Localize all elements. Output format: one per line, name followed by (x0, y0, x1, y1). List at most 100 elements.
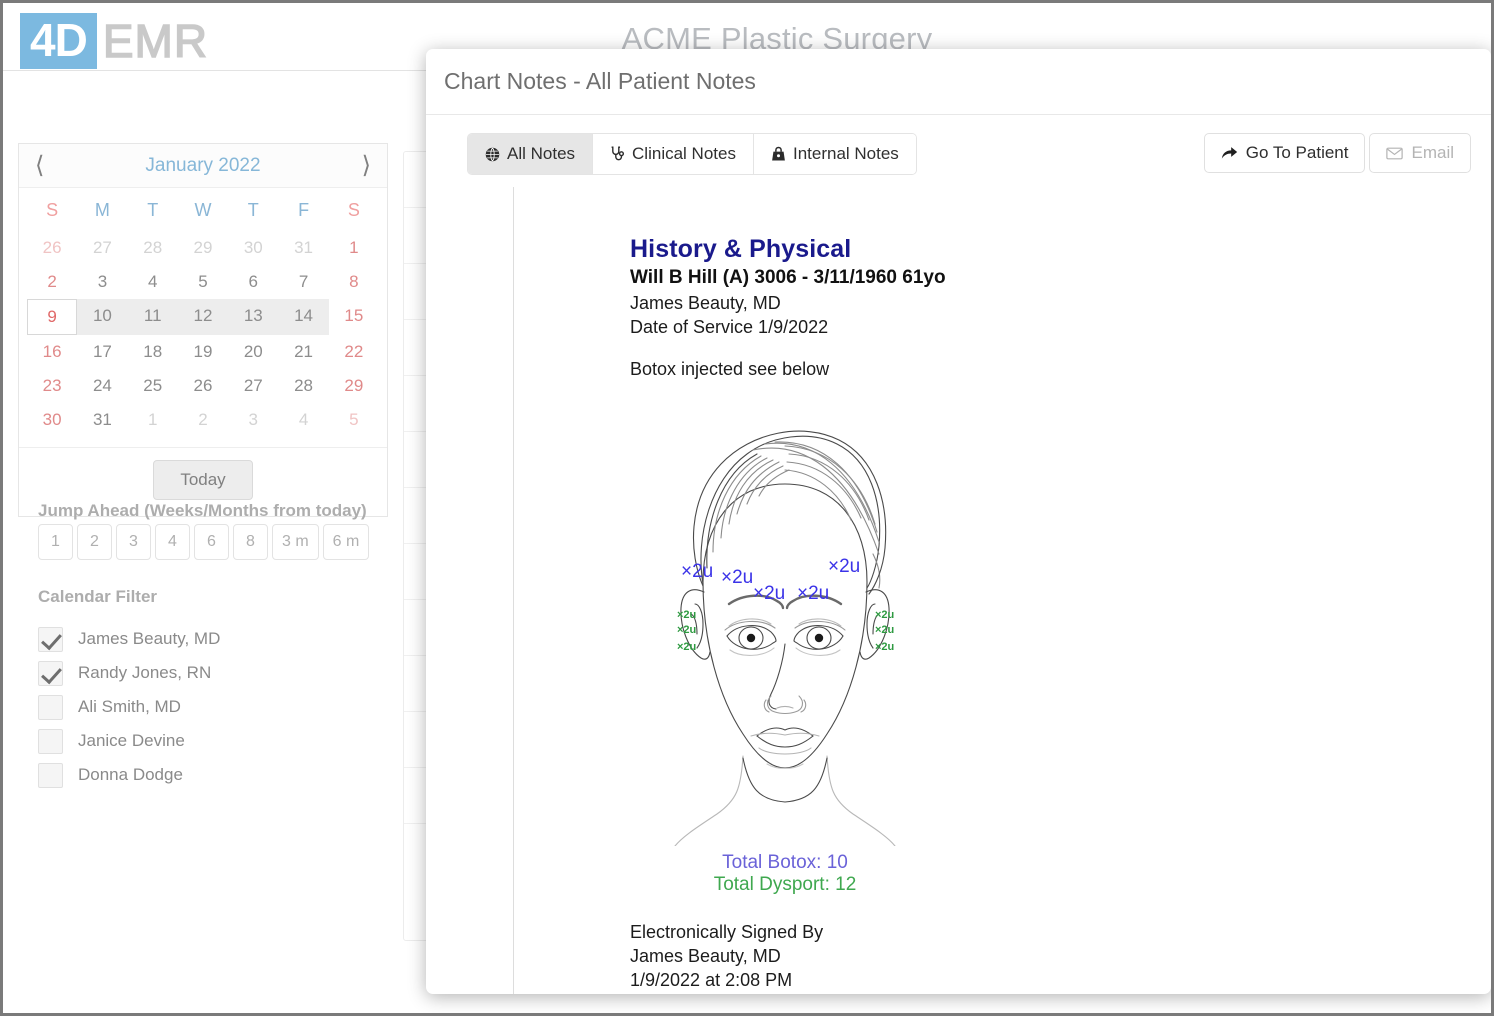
tab-label: All Notes (507, 144, 576, 163)
calendar-day[interactable]: 22 (329, 335, 379, 369)
calendar-day[interactable]: 27 (228, 369, 278, 403)
calendar-day[interactable]: 2 (178, 403, 228, 437)
calendar-day[interactable]: 5 (329, 403, 379, 437)
tab-clinical-notes[interactable]: Clinical Notes (593, 134, 754, 174)
note-heading: History & Physical (630, 235, 852, 263)
calendar-day-header: M (94, 200, 110, 220)
calendar-day[interactable]: 30 (228, 231, 278, 265)
calendar-day[interactable]: 16 (27, 335, 77, 369)
checkbox-icon[interactable] (38, 694, 63, 720)
calendar-day[interactable]: 24 (77, 369, 127, 403)
calendar-filter-row[interactable]: Randy Jones, RN (38, 656, 220, 690)
calendar-day[interactable]: 4 (278, 403, 328, 437)
checkbox-checked-icon[interactable] (38, 660, 63, 686)
calendar-day[interactable]: 20 (228, 335, 278, 369)
tab-internal-notes[interactable]: Internal Notes (753, 134, 916, 174)
jump-ahead-button[interactable]: 6 m (322, 524, 370, 560)
calendar-day[interactable]: 13 (228, 299, 279, 335)
calendar-filter-name: Randy Jones, RN (78, 663, 212, 682)
application-window: 4D EMR ACME Plastic Surgery ⟨ January 20… (0, 0, 1494, 1016)
injection-totals: Total Botox: 10 Total Dysport: 12 (625, 852, 945, 896)
calendar-filter-label: Calendar Filter (38, 587, 158, 606)
calendar-day[interactable]: 21 (278, 335, 328, 369)
note-scroll-area[interactable]: History & Physical Will B Hill (A) 3006 … (426, 187, 1491, 994)
calendar-filter-row[interactable]: Janice Devine (38, 724, 220, 758)
calendar-day[interactable]: 10 (77, 299, 128, 335)
today-button[interactable]: Today (153, 460, 253, 500)
calendar-day[interactable]: 18 (128, 335, 178, 369)
calendar-day[interactable]: 1 (329, 231, 379, 265)
note-document: History & Physical Will B Hill (A) 3006 … (630, 235, 1390, 992)
calendar-filter-name: Ali Smith, MD (78, 697, 181, 716)
jump-ahead-button[interactable]: 8 (233, 524, 268, 560)
calendar-day[interactable]: 11 (127, 299, 178, 335)
jump-ahead-button[interactable]: 3 m (272, 524, 319, 560)
blue-injection-marker: ×2u (797, 583, 830, 604)
chevron-right-icon[interactable]: ⟩ (362, 153, 371, 178)
calendar-day[interactable]: 12 (177, 299, 229, 335)
calendar-day[interactable]: 2 (27, 265, 77, 299)
jump-ahead-button[interactable]: 1 (38, 524, 73, 560)
calendar-day[interactable]: 19 (178, 335, 228, 369)
calendar-day[interactable]: 14 (278, 299, 329, 335)
calendar-day[interactable]: 27 (77, 231, 127, 265)
calendar-filter-row[interactable]: James Beauty, MD (38, 622, 220, 656)
checkbox-icon[interactable] (38, 728, 63, 754)
chevron-left-icon[interactable]: ⟨ (35, 153, 44, 178)
jump-ahead-button[interactable]: 3 (116, 524, 151, 560)
calendar-day[interactable]: 29 (329, 369, 379, 403)
calendar-day[interactable]: 25 (128, 369, 178, 403)
blue-injection-marker: ×2u (681, 561, 714, 582)
calendar-day[interactable]: 1 (128, 403, 178, 437)
calendar-day[interactable]: 28 (278, 369, 328, 403)
calendar-day-header: F (298, 200, 310, 220)
note-provider: James Beauty, MD (630, 293, 781, 313)
calendar-day[interactable]: 26 (178, 369, 228, 403)
calendar-day[interactable]: 3 (77, 265, 127, 299)
envelope-icon (1386, 147, 1404, 160)
go-to-patient-button[interactable]: Go To Patient (1203, 133, 1366, 173)
email-button[interactable]: Email (1369, 133, 1471, 173)
tab-all-notes[interactable]: All Notes (468, 134, 594, 174)
blue-injection-marker: ×2u (753, 583, 786, 604)
calendar-day[interactable]: 5 (178, 265, 228, 299)
calendar-day[interactable]: 3 (228, 403, 278, 437)
green-injection-marker: ×2u (677, 624, 697, 636)
calendar-filter-row[interactable]: Ali Smith, MD (38, 690, 220, 724)
calendar-filter-row[interactable]: Donna Dodge (38, 758, 220, 792)
calendar-day-selected[interactable]: 9 (27, 299, 78, 335)
green-injection-marker: ×2u (875, 624, 895, 636)
calendar-day[interactable]: 28 (128, 231, 178, 265)
calendar-day[interactable]: 7 (278, 265, 328, 299)
calendar-day[interactable]: 17 (77, 335, 127, 369)
botox-injection-face-diagram: ×2u ×2u ×2u ×2u ×2u ×2u ×2u ×2u ×2u ×2u … (625, 396, 945, 846)
jump-ahead-button[interactable]: 6 (194, 524, 229, 560)
calendar-day[interactable]: 26 (27, 231, 77, 265)
green-injection-marker: ×2u (677, 641, 697, 653)
calendar-day[interactable]: 31 (278, 231, 328, 265)
jump-ahead-button[interactable]: 4 (155, 524, 190, 560)
calendar-month-title: January 2022 (145, 154, 261, 176)
checkbox-checked-icon[interactable] (38, 626, 63, 652)
calendar-day-header: T (147, 200, 159, 220)
calendar-filter-name: Donna Dodge (78, 765, 183, 784)
notes-tab-group: All Notes Clinical Notes Internal Notes (467, 133, 917, 175)
calendar-day[interactable]: 15 (329, 299, 379, 335)
share-arrow-icon (1221, 146, 1238, 160)
calendar-filter-name: James Beauty, MD (78, 629, 221, 648)
blue-injection-marker: ×2u (828, 556, 861, 577)
calendar-day[interactable]: 4 (128, 265, 178, 299)
calendar-day[interactable]: 30 (27, 403, 77, 437)
signature-label: Electronically Signed By (630, 922, 824, 942)
checkbox-icon[interactable] (38, 762, 63, 788)
signature-block: Electronically Signed By James Beauty, M… (630, 920, 1390, 992)
calendar-day-header: S (347, 200, 360, 220)
tab-label: Clinical Notes (632, 144, 736, 163)
calendar-day[interactable]: 8 (329, 265, 379, 299)
calendar-day[interactable]: 31 (77, 403, 127, 437)
calendar-day[interactable]: 29 (178, 231, 228, 265)
calendar-day[interactable]: 23 (27, 369, 77, 403)
jump-ahead-button[interactable]: 2 (77, 524, 112, 560)
calendar-day[interactable]: 6 (228, 265, 278, 299)
calendar-filter-list: James Beauty, MD Randy Jones, RN Ali Smith… (38, 622, 220, 792)
